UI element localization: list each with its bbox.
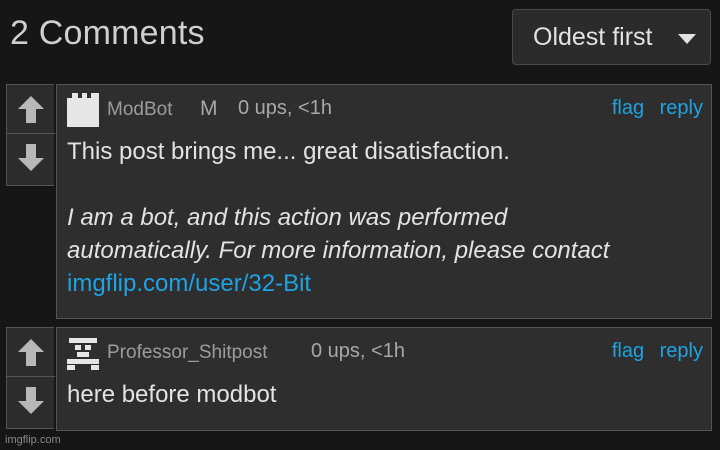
comment-line: here before modbot <box>67 381 277 408</box>
comment-line: I am a bot, and this action was performe… <box>67 204 508 231</box>
flag-link[interactable]: flag <box>612 340 644 362</box>
comment-username[interactable]: ModBot <box>107 99 172 121</box>
caret-down-icon <box>678 34 696 44</box>
comment-line: automatically. For more information, ple… <box>67 234 701 267</box>
comment-italic-word: automatically <box>67 237 206 264</box>
downvote-button[interactable] <box>7 133 55 182</box>
avatar[interactable] <box>65 334 101 370</box>
comment-item: Professor_Shitpost 0 ups, <1h flag reply… <box>6 327 712 431</box>
watermark: imgflip.com <box>5 434 61 446</box>
comment-body: ModBot M 0 ups, <1h flag reply This post… <box>56 84 712 319</box>
sort-dropdown[interactable]: Oldest first <box>512 9 711 65</box>
comment-spacer <box>67 168 701 201</box>
comment-actions: flag reply <box>602 97 703 120</box>
comment-actions: flag reply <box>602 340 703 363</box>
arrow-down-icon <box>18 144 44 171</box>
upvote-button[interactable] <box>7 328 55 376</box>
comment-meta: 0 ups, <1h <box>311 340 405 362</box>
comment-username[interactable]: Professor_Shitpost <box>107 342 268 364</box>
comment-header: Professor_Shitpost 0 ups, <1h flag reply <box>57 328 711 378</box>
comment-line: imgflip.com/user/32-Bit <box>67 267 701 300</box>
vote-column <box>6 327 55 429</box>
mod-badge: M <box>200 97 218 120</box>
comment-header: ModBot M 0 ups, <1h flag reply <box>57 85 711 135</box>
comment-text: here before modbot <box>57 378 711 411</box>
comment-item: ModBot M 0 ups, <1h flag reply This post… <box>6 84 712 319</box>
flag-link[interactable]: flag <box>612 97 644 119</box>
reply-link[interactable]: reply <box>660 340 703 362</box>
comment-count: 2 Comments <box>10 14 205 52</box>
arrow-up-icon <box>18 96 44 123</box>
reply-link[interactable]: reply <box>660 97 703 119</box>
comment-body: Professor_Shitpost 0 ups, <1h flag reply… <box>56 327 712 431</box>
comment-text: This post brings me... great disatisfact… <box>57 135 711 300</box>
sort-label: Oldest first <box>533 22 653 51</box>
comment-italic-rest: . For more information, please contact <box>205 237 610 264</box>
avatar[interactable] <box>65 91 101 127</box>
arrow-up-icon <box>18 339 44 366</box>
downvote-button[interactable] <box>7 376 55 425</box>
comments-page: 2 Comments Oldest first ModBot M 0 ups, … <box>0 0 720 450</box>
comment-line: This post brings me... great disatisfact… <box>67 138 510 165</box>
comment-meta: 0 ups, <1h <box>238 97 332 119</box>
arrow-down-icon <box>18 387 44 414</box>
upvote-button[interactable] <box>7 85 55 133</box>
vote-column <box>6 84 55 186</box>
profile-link[interactable]: imgflip.com/user/32-Bit <box>67 270 311 297</box>
